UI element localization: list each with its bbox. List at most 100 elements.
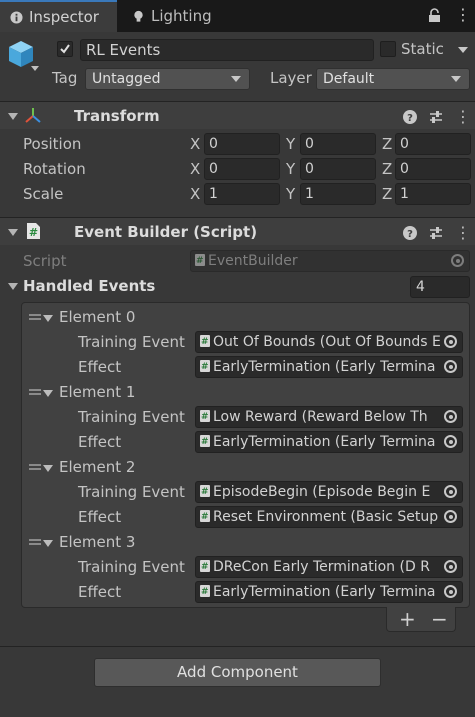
scale-y-field[interactable]: 1	[300, 183, 376, 205]
script-file-icon	[200, 357, 210, 377]
script-file-icon	[200, 507, 210, 527]
add-element-button[interactable]: +	[399, 607, 416, 631]
training-event-field[interactable]: EpisodeBegin (Episode Begin E	[195, 481, 463, 503]
position-y-field[interactable]: 0	[300, 133, 376, 155]
layer-label: Layer	[270, 69, 312, 87]
training-event-field[interactable]: DReCon Early Termination (D R	[195, 556, 463, 578]
transform-header[interactable]: Transform ? ⋮	[0, 101, 475, 129]
element-label[interactable]: Element 1	[59, 383, 135, 401]
tab-bar: Inspector Lighting ⋮	[0, 0, 475, 32]
drag-handle-icon[interactable]	[29, 389, 41, 395]
drag-handle-icon[interactable]	[29, 539, 41, 545]
script-icon: #	[27, 223, 40, 239]
element-foldout-icon[interactable]	[43, 390, 53, 397]
tab-inspector-label: Inspector	[29, 8, 99, 26]
element-foldout-icon[interactable]	[43, 540, 53, 547]
script-field: EventBuilder	[190, 250, 470, 272]
active-checkbox[interactable]	[57, 41, 73, 57]
training-event-value: DReCon Early Termination (D R	[213, 559, 430, 575]
element-label[interactable]: Element 0	[59, 308, 135, 326]
effect-field[interactable]: Reset Environment (Basic Setup	[195, 506, 463, 528]
object-picker-icon[interactable]	[444, 335, 457, 348]
training-event-field[interactable]: Out Of Bounds (Out Of Bounds E	[195, 331, 463, 353]
scale-z-label[interactable]: Z	[382, 185, 392, 203]
icon-dropdown-arrow-icon[interactable]	[31, 66, 39, 71]
static-checkbox[interactable]	[380, 41, 396, 57]
drag-handle-icon[interactable]	[29, 314, 41, 320]
effect-field[interactable]: EarlyTermination (Early Termina	[195, 431, 463, 453]
effect-value: Reset Environment (Basic Setup	[213, 509, 439, 525]
event-builder-title: Event Builder (Script)	[74, 223, 258, 241]
script-file-icon	[195, 251, 205, 271]
name-field[interactable]: RL Events	[80, 39, 374, 61]
tab-lighting[interactable]: Lighting	[118, 0, 248, 32]
handled-events-size-field[interactable]: 4	[410, 276, 470, 298]
effect-field[interactable]: EarlyTermination (Early Termina	[195, 356, 463, 378]
divider	[0, 646, 475, 647]
event-builder-header[interactable]: # Event Builder (Script) ? ⋮	[0, 217, 475, 245]
object-picker-icon[interactable]	[444, 585, 457, 598]
position-y-label[interactable]: Y	[286, 135, 295, 153]
remove-element-button[interactable]: −	[431, 607, 448, 631]
element-label[interactable]: Element 3	[59, 533, 135, 551]
help-icon[interactable]: ?	[403, 225, 417, 240]
tag-label: Tag	[52, 69, 78, 87]
object-picker-icon[interactable]	[444, 435, 457, 448]
object-picker-icon[interactable]	[444, 410, 457, 423]
position-x-label[interactable]: X	[190, 135, 200, 153]
script-field-value: EventBuilder	[208, 253, 298, 269]
rotation-x-field[interactable]: 0	[204, 158, 280, 180]
object-picker-icon[interactable]	[444, 560, 457, 573]
object-picker-icon[interactable]	[444, 485, 457, 498]
layer-dropdown-value: Default	[323, 71, 375, 87]
position-z-field[interactable]: 0	[395, 133, 471, 155]
rotation-y-field[interactable]: 0	[300, 158, 376, 180]
rotation-z-label[interactable]: Z	[382, 160, 392, 178]
position-z-label[interactable]: Z	[382, 135, 392, 153]
effect-value: EarlyTermination (Early Termina	[213, 434, 436, 450]
object-picker-icon	[451, 254, 464, 267]
handled-events-label[interactable]: Handled Events	[23, 277, 155, 295]
training-event-label: Training Event	[78, 558, 185, 576]
element-foldout-icon[interactable]	[43, 465, 53, 472]
script-file-icon	[200, 407, 210, 427]
add-component-button[interactable]: Add Component	[94, 658, 381, 687]
scale-y-label[interactable]: Y	[286, 185, 295, 203]
tag-dropdown[interactable]: Untagged	[85, 68, 250, 90]
object-picker-icon[interactable]	[444, 360, 457, 373]
effect-label: Effect	[78, 358, 122, 376]
help-icon[interactable]: ?	[403, 109, 417, 124]
scale-z-field[interactable]: 1	[395, 183, 471, 205]
tag-dropdown-value: Untagged	[92, 71, 161, 87]
scale-x-label[interactable]: X	[190, 185, 200, 203]
training-event-label: Training Event	[78, 333, 185, 351]
scale-x-field[interactable]: 1	[204, 183, 280, 205]
element-foldout-icon[interactable]	[43, 315, 53, 322]
foldout-arrow-icon[interactable]	[8, 113, 18, 120]
drag-handle-icon[interactable]	[29, 464, 41, 470]
component-menu-icon[interactable]: ⋮	[455, 107, 471, 126]
tab-inspector[interactable]: Inspector	[0, 0, 117, 32]
static-label: Static	[401, 40, 444, 58]
effect-value: EarlyTermination (Early Termina	[213, 584, 436, 600]
lock-icon[interactable]	[428, 8, 441, 23]
component-menu-icon[interactable]: ⋮	[455, 223, 471, 242]
handled-events-foldout-icon[interactable]	[8, 283, 18, 290]
layer-dropdown[interactable]: Default	[316, 68, 470, 90]
effect-field[interactable]: EarlyTermination (Early Termina	[195, 581, 463, 603]
static-dropdown-arrow-icon[interactable]	[458, 47, 468, 53]
position-x-field[interactable]: 0	[204, 133, 280, 155]
element-label[interactable]: Element 2	[59, 458, 135, 476]
rotation-z-field[interactable]: 0	[395, 158, 471, 180]
rotation-y-label[interactable]: Y	[286, 160, 295, 178]
tab-lighting-label: Lighting	[151, 7, 212, 25]
training-event-field[interactable]: Low Reward (Reward Below Th	[195, 406, 463, 428]
rotation-x-label[interactable]: X	[190, 160, 200, 178]
presets-icon[interactable]	[429, 226, 443, 240]
foldout-arrow-icon[interactable]	[8, 229, 18, 236]
presets-icon[interactable]	[429, 110, 443, 124]
window-menu-icon[interactable]: ⋮	[455, 6, 471, 24]
training-event-label: Training Event	[78, 408, 185, 426]
transform-title: Transform	[74, 107, 160, 125]
object-picker-icon[interactable]	[444, 510, 457, 523]
